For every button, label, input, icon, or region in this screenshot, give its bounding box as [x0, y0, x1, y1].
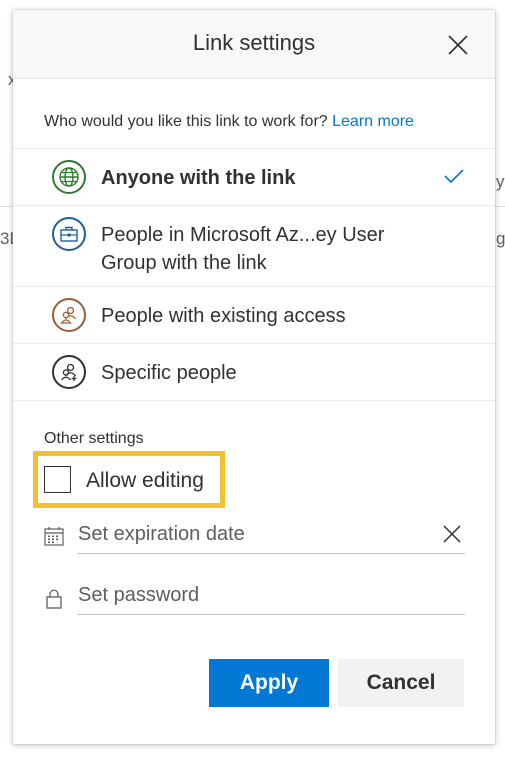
audience-options: Anyone with the link People in Microsoft…: [13, 148, 495, 401]
expiration-date-row: [43, 515, 465, 555]
option-label: People in Microsoft Az...ey User Group w…: [101, 224, 385, 274]
add-person-icon: [52, 355, 86, 389]
option-label: Anyone with the link: [101, 167, 296, 189]
background-fragment: g: [496, 229, 505, 248]
calendar-icon: [44, 527, 64, 546]
briefcase-icon: [52, 217, 86, 251]
option-label: People with existing access: [101, 305, 346, 327]
cancel-button[interactable]: Cancel: [338, 659, 464, 707]
apply-button[interactable]: Apply: [209, 659, 329, 707]
option-people-with-existing-access[interactable]: People with existing access: [13, 287, 495, 344]
allow-editing-label[interactable]: Allow editing: [86, 469, 204, 493]
option-specific-people[interactable]: Specific people: [13, 344, 495, 401]
close-button[interactable]: [445, 32, 471, 58]
dialog-header: Link settings: [13, 10, 495, 79]
dialog-title: Link settings: [192, 30, 316, 55]
lock-icon: [46, 589, 62, 609]
option-people-in-organization[interactable]: People in Microsoft Az...ey User Group w…: [13, 206, 495, 287]
link-settings-dialog: Link settings Who would you like this li…: [13, 10, 495, 744]
globe-icon: [52, 160, 86, 194]
clear-date-icon[interactable]: [441, 523, 463, 545]
password-input[interactable]: [77, 576, 465, 615]
password-row: [43, 576, 465, 616]
other-settings-title: Other settings: [44, 430, 144, 447]
expiration-date-input[interactable]: [77, 515, 465, 554]
option-anyone-with-link[interactable]: Anyone with the link: [13, 148, 495, 206]
audience-prompt: Who would you like this link to work for…: [44, 113, 414, 131]
audience-prompt-text: Who would you like this link to work for…: [44, 113, 328, 130]
close-icon: [448, 35, 468, 55]
background-fragment: y: [496, 172, 505, 191]
allow-editing-checkbox[interactable]: [44, 466, 71, 493]
people-icon: [52, 298, 86, 332]
learn-more-link[interactable]: Learn more: [332, 113, 414, 130]
checkmark-icon: [444, 169, 464, 184]
option-label: Specific people: [101, 362, 237, 384]
